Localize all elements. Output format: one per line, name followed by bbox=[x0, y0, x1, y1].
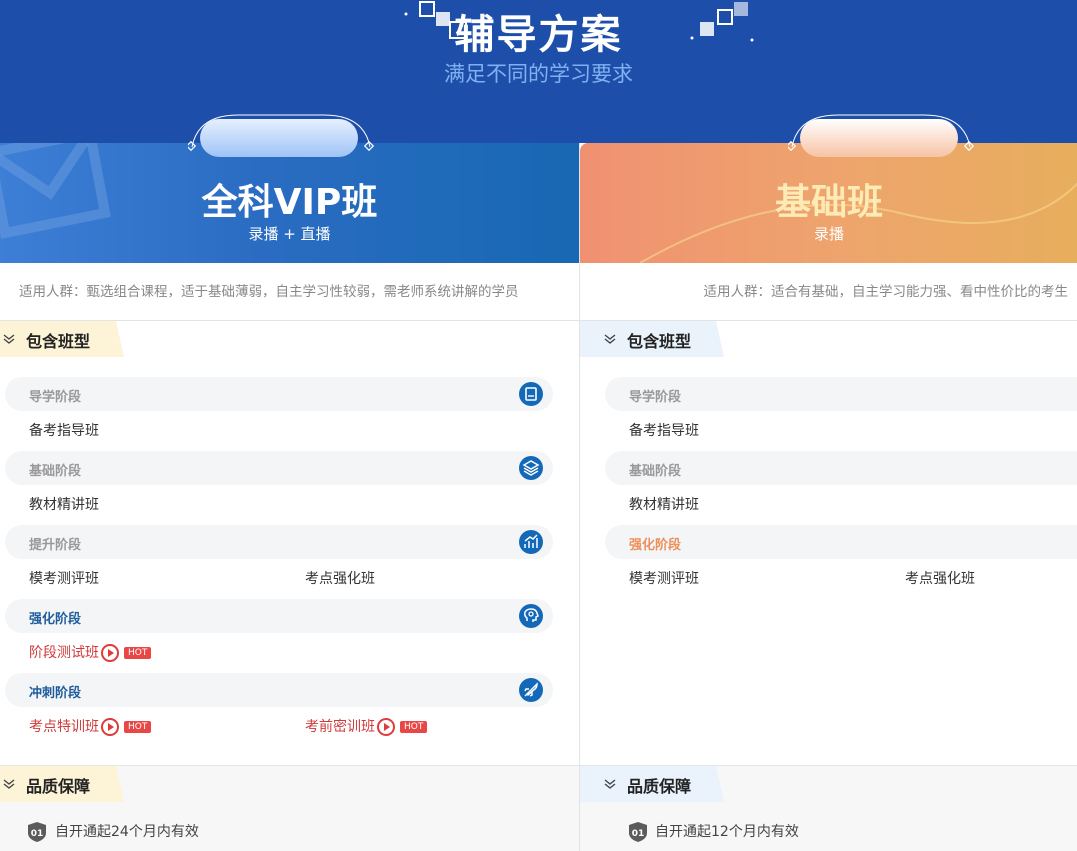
stage-label: 强化阶段 bbox=[29, 612, 82, 627]
chevron-down-icon bbox=[604, 334, 616, 344]
course-item[interactable]: 备考指导班 bbox=[29, 421, 99, 441]
stage-row: 提升阶段 bbox=[5, 525, 553, 559]
plan-title: 基础班 bbox=[774, 182, 883, 223]
play-icon bbox=[101, 718, 119, 736]
section-quality-header[interactable]: 品质保障 bbox=[580, 766, 1077, 802]
chart-icon bbox=[519, 530, 543, 554]
course-item[interactable]: 考点强化班 bbox=[905, 569, 975, 589]
section-quality-header[interactable]: 品质保障 bbox=[0, 766, 579, 802]
page-title: 辅导方案 bbox=[454, 12, 623, 58]
stage-label: 冲刺阶段 bbox=[29, 686, 82, 701]
plan-pill bbox=[188, 113, 374, 157]
section-included-header[interactable]: 包含班型 bbox=[580, 321, 1077, 357]
plan-subtitle: 录播 bbox=[813, 225, 844, 243]
audience-text: 适用人群：适合有基础，自主学习能力强、看中性价比的考生 bbox=[580, 263, 1077, 321]
stage-row: 冲刺阶段 bbox=[5, 673, 553, 707]
shield-badge-icon: 01 bbox=[629, 822, 647, 842]
course-item-highlight[interactable]: 考前密训班 HOT bbox=[305, 717, 428, 737]
quality-badge-number: 01 bbox=[632, 829, 645, 839]
stage-label: 提升阶段 bbox=[29, 538, 82, 553]
course-item[interactable]: 备考指导班 bbox=[629, 421, 699, 441]
stage-label: 基础阶段 bbox=[629, 464, 682, 479]
stage-row: 导学阶段 bbox=[605, 377, 1077, 411]
section-included-header[interactable]: 包含班型 bbox=[0, 321, 579, 357]
course-label: 考点特训班 bbox=[29, 719, 99, 735]
plan-card-basic: 基础班 录播 适用人群：适合有基础，自主学习能力强、看中性价比的考生 包含班型 … bbox=[579, 114, 1077, 851]
stage-label: 导学阶段 bbox=[29, 390, 82, 405]
quality-badge-number: 01 bbox=[31, 829, 44, 839]
plan-banner: 基础班 录播 bbox=[580, 143, 1077, 263]
course-item[interactable]: 模考测评班 bbox=[29, 569, 99, 589]
layers-icon bbox=[519, 456, 543, 480]
section-label: 包含班型 bbox=[26, 332, 91, 351]
quality-text: 自开通起24个月内有效 bbox=[55, 824, 199, 840]
page-subtitle: 满足不同的学习要求 bbox=[444, 62, 633, 86]
chevron-down-icon bbox=[604, 779, 616, 789]
stage-row: 基础阶段 bbox=[5, 451, 553, 485]
hot-badge: HOT bbox=[400, 721, 428, 733]
stage-row: 基础阶段 bbox=[605, 451, 1077, 485]
stage-label: 强化阶段 bbox=[629, 538, 682, 553]
plan-title: 全科VIP班 bbox=[201, 182, 378, 223]
rocket-icon bbox=[519, 678, 543, 702]
quality-text: 自开通起12个月内有效 bbox=[655, 824, 799, 840]
course-item[interactable]: 教材精讲班 bbox=[29, 495, 99, 515]
plan-pill bbox=[788, 113, 974, 157]
section-label: 包含班型 bbox=[627, 332, 692, 351]
stage-label: 基础阶段 bbox=[29, 464, 82, 479]
course-label: 阶段测试班 bbox=[29, 645, 99, 661]
course-item-highlight[interactable]: 阶段测试班 HOT bbox=[29, 643, 152, 663]
play-icon bbox=[101, 644, 119, 662]
course-item[interactable]: 考点强化班 bbox=[305, 569, 375, 589]
brain-icon bbox=[519, 604, 543, 628]
hot-badge: HOT bbox=[124, 647, 152, 659]
plan-banner: 全科VIP班 录播 + 直播 bbox=[0, 143, 579, 263]
section-label: 品质保障 bbox=[627, 777, 692, 796]
stage-row: 强化阶段 bbox=[605, 525, 1077, 559]
chevron-down-icon bbox=[3, 334, 15, 344]
section-label: 品质保障 bbox=[26, 777, 91, 796]
stage-label: 导学阶段 bbox=[629, 390, 682, 405]
book-icon bbox=[519, 382, 543, 406]
plan-card-vip: 全科VIP班 录播 + 直播 适用人群：甄选组合课程，适于基础薄弱，自主学习性较… bbox=[0, 114, 579, 851]
course-item[interactable]: 教材精讲班 bbox=[629, 495, 699, 515]
course-item[interactable]: 模考测评班 bbox=[629, 569, 699, 589]
play-icon bbox=[377, 718, 395, 736]
audience-text: 适用人群：甄选组合课程，适于基础薄弱，自主学习性较弱，需老师系统讲解的学员 bbox=[0, 263, 579, 321]
hot-badge: HOT bbox=[124, 721, 152, 733]
stage-row: 导学阶段 bbox=[5, 377, 553, 411]
shield-badge-icon: 01 bbox=[28, 822, 46, 842]
stage-row: 强化阶段 bbox=[5, 599, 553, 633]
course-label: 考前密训班 bbox=[305, 719, 375, 735]
plan-subtitle: 录播 + 直播 bbox=[248, 225, 331, 243]
course-item-highlight[interactable]: 考点特训班 HOT bbox=[29, 717, 152, 737]
chevron-down-icon bbox=[3, 779, 15, 789]
